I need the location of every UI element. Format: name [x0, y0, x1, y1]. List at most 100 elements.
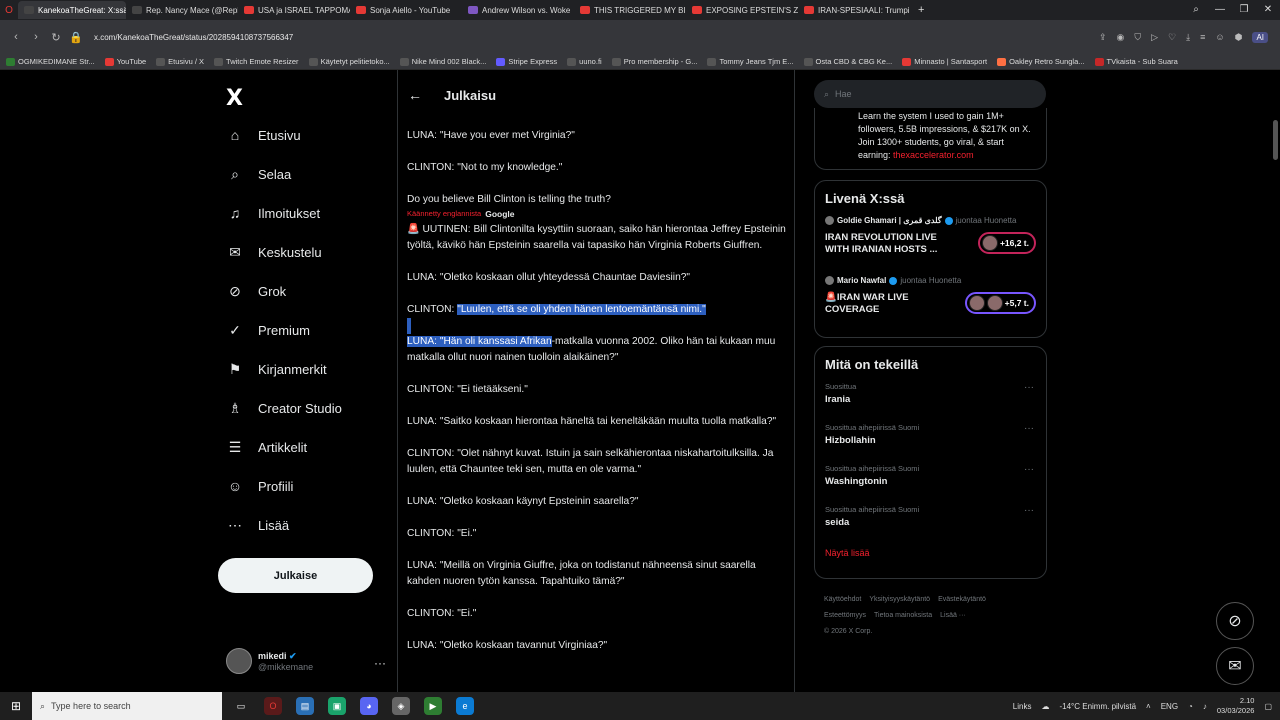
edge-icon[interactable]: e	[456, 697, 474, 715]
live-space-item[interactable]: Mario Nawfal juontaa Huonetta 🚨IRAN WAR LI…	[815, 272, 1046, 332]
page-scrollbar[interactable]	[1273, 120, 1278, 160]
new-tab-button[interactable]: +	[910, 4, 932, 16]
footer-link[interactable]: Esteettömyys	[824, 612, 866, 619]
bookmark-item[interactable]: uuno.fi	[567, 57, 602, 66]
tray-chevron-icon[interactable]: ˄	[1146, 702, 1151, 711]
nav-item-artikkelit[interactable]: ☰ Artikkelit	[226, 438, 307, 456]
browser-tab[interactable]: Sonja Aiello - YouTube	[350, 1, 462, 19]
maximize-button[interactable]: ❐	[1232, 0, 1256, 20]
app-icon[interactable]: ▶	[424, 697, 442, 715]
reload-icon[interactable]: ↻	[46, 31, 66, 44]
show-more-link[interactable]: Näytä lisää	[815, 542, 1046, 568]
heart-icon[interactable]: ♡	[1168, 32, 1176, 43]
forward-nav-icon[interactable]: ›	[26, 31, 46, 43]
browser-tab[interactable]: Rep. Nancy Mace (@RepN	[126, 1, 238, 19]
bookmark-item[interactable]: Twitch Emote Resizer	[214, 57, 299, 66]
bookmark-item[interactable]: Etusivu / X	[156, 57, 204, 66]
language-indicator[interactable]: ENG	[1161, 702, 1178, 711]
back-nav-icon[interactable]: ‹	[6, 31, 26, 43]
footer-link[interactable]: Evästekäytäntö	[938, 596, 986, 603]
browser-tab[interactable]: Andrew Wilson vs. Woke	[462, 1, 574, 19]
browser-tab[interactable]: KanekoaTheGreat: X:ssä: ✕	[18, 1, 126, 19]
grok-fab-icon[interactable]: ⊘	[1216, 602, 1254, 640]
translation-notice[interactable]: Käännetty englannista Google	[407, 208, 787, 220]
minimize-button[interactable]: —	[1208, 0, 1232, 20]
opera-app-icon[interactable]: O	[264, 697, 282, 715]
links-toolbar[interactable]: Links	[1013, 702, 1032, 711]
promo-link[interactable]: thexaccelerator.com	[893, 150, 974, 160]
search-input[interactable]: ⌕ Hae	[814, 80, 1046, 108]
nav-item-selaa[interactable]: ⌕ Selaa	[226, 165, 291, 183]
menu-icon[interactable]: ≡	[1200, 32, 1205, 43]
share-icon[interactable]: ⇪	[1099, 32, 1107, 43]
extension-icon[interactable]: ⬢	[1235, 32, 1243, 43]
app-icon[interactable]: ◈	[392, 697, 410, 715]
nav-item-premium[interactable]: ✓ Premium	[226, 321, 310, 339]
nav-item-creator-studio[interactable]: ♗ Creator Studio	[226, 399, 342, 417]
footer-link[interactable]: Käyttöehdot	[824, 596, 861, 603]
ai-button[interactable]: AI	[1252, 31, 1268, 43]
nav-item-keskustelu[interactable]: ✉ Keskustelu	[226, 243, 321, 261]
more-options-icon[interactable]: ···	[1024, 423, 1034, 434]
bookmark-item[interactable]: TVkaista - Sub Suara	[1094, 57, 1178, 66]
footer-link[interactable]: Tietoa mainoksista	[874, 612, 932, 619]
footer-link[interactable]: Lisää ···	[940, 612, 966, 619]
trend-item[interactable]: Suosittua aihepiirissä Suomi seida ···	[815, 501, 1046, 542]
bookmark-item[interactable]: Minnasto | Santasport	[902, 57, 987, 66]
back-arrow-icon[interactable]: ←	[408, 87, 422, 103]
more-options-icon[interactable]: ···	[1024, 382, 1034, 393]
browser-tab[interactable]: EXPOSING EPSTEIN'S ZOR	[686, 1, 798, 19]
bookmark-item[interactable]: Stripe Express	[496, 57, 557, 66]
nav-item-kirjanmerkit[interactable]: ⚑ Kirjanmerkit	[226, 360, 327, 378]
listener-count-pill[interactable]: +16,2 t.	[977, 232, 1036, 254]
browser-tab[interactable]: IRAN-SPESIAALI: Trumpin	[798, 1, 910, 19]
app-icon[interactable]: ▣	[328, 697, 346, 715]
nav-item-lisää[interactable]: ⋯ Lisää	[226, 516, 289, 534]
live-space-item[interactable]: Goldie Ghamari | گلدی قمری juontaa Huonet…	[815, 212, 1046, 272]
discord-icon[interactable]: ◕	[360, 697, 378, 715]
play-icon[interactable]: ▷	[1151, 32, 1158, 43]
task-view-icon[interactable]: ▭	[232, 697, 250, 715]
account-switcher[interactable]: mikedi ✔ @mikkemane ···	[226, 648, 386, 674]
bookmark-item[interactable]: Tommy Jeans Tjm E...	[707, 57, 794, 66]
volume-icon[interactable]: ♪	[1203, 702, 1207, 711]
nav-item-grok[interactable]: ⊘ Grok	[226, 282, 286, 300]
account-more-icon[interactable]: ···	[374, 656, 386, 670]
footer-link[interactable]: Yksityisyyskäytäntö	[869, 596, 930, 603]
more-options-icon[interactable]: ···	[1024, 505, 1034, 516]
nav-item-etusivu[interactable]: ⌂ Etusivu	[226, 126, 301, 144]
bookmark-item[interactable]: Nike Mind 002 Black...	[399, 57, 486, 66]
download-icon[interactable]: ⤓	[1186, 32, 1190, 43]
url-field[interactable]: x.com/KanekoaTheGreat/status/20285941087…	[94, 33, 1099, 42]
taskbar-search[interactable]: ⌕ Type here to search	[32, 692, 222, 720]
trend-item[interactable]: Suosittua aihepiirissä Suomi Hizbollahin ·…	[815, 419, 1046, 460]
more-options-icon[interactable]: ···	[1024, 464, 1034, 475]
search-tabs-icon[interactable]: ⌕	[1184, 0, 1208, 20]
weather-icon[interactable]: ☁	[1041, 702, 1049, 711]
nav-item-ilmoitukset[interactable]: ♫ Ilmoitukset	[226, 204, 320, 222]
messages-fab-icon[interactable]: ✉	[1216, 647, 1254, 685]
listener-count-pill[interactable]: +5,7 t.	[964, 292, 1036, 314]
network-icon[interactable]: ◔	[1188, 702, 1193, 711]
browser-tab[interactable]: THIS TRIGGERED MY BIGG	[574, 1, 686, 19]
bookmark-item[interactable]: Pro membership - G...	[611, 57, 697, 66]
bookmark-item[interactable]: Oakley Retro Sungla...	[997, 57, 1085, 66]
trend-item[interactable]: Suosittua aihepiirissä Suomi Washingtonin…	[815, 460, 1046, 501]
close-window-button[interactable]: ✕	[1256, 0, 1280, 20]
camera-icon[interactable]: ◉	[1117, 32, 1125, 43]
x-logo[interactable]: X	[226, 86, 243, 111]
weather-text[interactable]: -14°C Enimm. pilvistä	[1059, 702, 1136, 711]
bookmark-item[interactable]: OGMIKEDIMANE Str...	[6, 57, 95, 66]
app-icon[interactable]: ▤	[296, 697, 314, 715]
trend-item[interactable]: Suosittua Irania ···	[815, 378, 1046, 419]
opera-logo-icon[interactable]: O	[0, 5, 18, 16]
browser-tab[interactable]: USA ja ISRAEL TAPPOMA	[238, 1, 350, 19]
nav-item-profiili[interactable]: ☺ Profiili	[226, 477, 294, 495]
windows-start-icon[interactable]: ⊞	[0, 699, 32, 713]
notifications-icon[interactable]: ▢	[1264, 702, 1272, 711]
bookmark-item[interactable]: Osta CBD & CBG Ke...	[803, 57, 892, 66]
post-button[interactable]: Julkaise	[218, 558, 373, 593]
bookmark-item[interactable]: Käytetyt pelitietoko...	[308, 57, 390, 66]
shield-icon[interactable]: ⛉	[1134, 32, 1141, 43]
profile-icon[interactable]: ☺	[1215, 32, 1224, 43]
